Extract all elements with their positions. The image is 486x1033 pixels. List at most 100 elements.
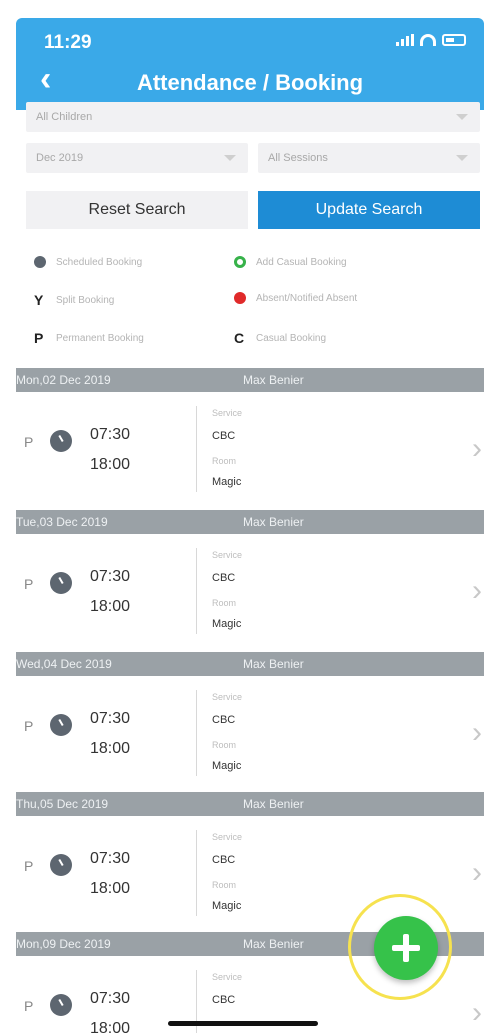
day-header: Wed,04 Dec 2019 Max Benier	[16, 652, 484, 676]
room-label: Room	[212, 456, 237, 466]
child-name: Max Benier	[243, 657, 304, 671]
start-time: 07:30	[90, 568, 131, 585]
end-time: 18:00	[90, 880, 131, 897]
service-value: CBC	[212, 572, 236, 584]
booking-row[interactable]: P 07:30 18:00 Service CBC Room Magic ›	[16, 676, 484, 789]
chevron-right-icon: ›	[472, 856, 482, 889]
reset-search-button[interactable]: Reset Search	[26, 191, 248, 229]
day-date: Thu,05 Dec 2019	[16, 797, 109, 811]
legend-item: Y Split Booking	[34, 292, 114, 308]
service-value: CBC	[212, 430, 236, 442]
children-select[interactable]: All Children	[26, 102, 480, 132]
room-value: Magic	[212, 476, 242, 488]
legend-label: Absent/Notified Absent	[256, 292, 358, 304]
legend-label: Split Booking	[56, 294, 115, 306]
month-select-value: Dec 2019	[36, 152, 84, 164]
legend-label: Scheduled Booking	[56, 256, 143, 268]
month-select[interactable]: Dec 2019	[26, 143, 248, 173]
divider	[196, 690, 197, 776]
split-icon: Y	[34, 292, 44, 308]
chevron-down-icon	[224, 155, 236, 161]
room-label: Room	[212, 598, 237, 608]
add-casual-icon	[234, 256, 246, 268]
chevron-down-icon	[456, 155, 468, 161]
chevron-right-icon: ›	[472, 716, 482, 749]
update-search-button[interactable]: Update Search	[258, 191, 480, 229]
day-header: Mon,02 Dec 2019 Max Benier	[16, 368, 484, 392]
legend-item: C Casual Booking	[234, 330, 326, 346]
chevron-right-icon: ›	[472, 574, 482, 607]
wifi-icon	[420, 34, 436, 46]
service-value: CBC	[212, 854, 236, 866]
service-label: Service	[212, 408, 243, 418]
clock-icon	[50, 854, 72, 876]
booking-row[interactable]: P 07:30 18:00 Service CBC Room Magic ›	[16, 392, 484, 505]
day-header: Tue,03 Dec 2019 Max Benier	[16, 510, 484, 534]
clock-icon	[50, 430, 72, 452]
day-date: Mon,02 Dec 2019	[16, 373, 111, 387]
start-time: 07:30	[90, 850, 131, 867]
day-header: Thu,05 Dec 2019 Max Benier	[16, 792, 484, 816]
legend-label: Add Casual Booking	[256, 256, 347, 268]
divider	[196, 406, 197, 492]
legend-item: Absent/Notified Absent	[234, 292, 357, 304]
booking-row[interactable]: P 07:30 18:00 Service CBC Room Magic ›	[16, 534, 484, 647]
service-value: CBC	[212, 714, 236, 726]
children-select-value: All Children	[36, 111, 93, 123]
status-time: 11:29	[44, 32, 92, 53]
child-name: Max Benier	[243, 515, 304, 529]
room-value: Magic	[212, 760, 242, 772]
absent-icon	[234, 292, 246, 304]
status-icons	[396, 34, 466, 46]
start-time: 07:30	[90, 710, 131, 727]
legend: Scheduled Booking Add Casual Booking Y S…	[16, 240, 484, 368]
day-date: Tue,03 Dec 2019	[16, 515, 108, 529]
add-booking-button[interactable]	[374, 916, 438, 980]
booking-type: P	[24, 576, 34, 592]
page-title: Attendance / Booking	[136, 70, 364, 95]
booking-type: P	[24, 858, 34, 874]
home-indicator[interactable]	[168, 1021, 318, 1026]
day-date: Mon,09 Dec 2019	[16, 937, 111, 951]
clock-icon	[34, 256, 46, 268]
chevron-right-icon: ›	[472, 996, 482, 1029]
start-time: 07:30	[90, 990, 131, 1007]
legend-label: Casual Booking	[256, 332, 327, 344]
signal-icon	[396, 34, 414, 46]
room-label: Room	[212, 740, 237, 750]
service-label: Service	[212, 972, 243, 982]
sessions-select-value: All Sessions	[268, 152, 328, 164]
child-name: Max Benier	[243, 797, 304, 811]
legend-item: Add Casual Booking	[234, 256, 347, 268]
divider	[196, 830, 197, 916]
end-time: 18:00	[90, 740, 131, 757]
chevron-right-icon: ›	[472, 432, 482, 465]
start-time: 07:30	[90, 426, 131, 443]
booking-type: P	[24, 718, 34, 734]
end-time: 18:00	[90, 456, 131, 473]
room-label: Room	[212, 880, 237, 890]
end-time: 18:00	[90, 1020, 131, 1033]
divider	[196, 548, 197, 634]
sessions-select[interactable]: All Sessions	[258, 143, 480, 173]
legend-item: P Permanent Booking	[34, 330, 144, 346]
service-label: Service	[212, 692, 243, 702]
day-date: Wed,04 Dec 2019	[16, 657, 112, 671]
clock-icon	[50, 714, 72, 736]
permanent-letter: P	[34, 330, 44, 346]
clock-icon	[50, 994, 72, 1016]
child-name: Max Benier	[243, 937, 304, 951]
chevron-down-icon	[456, 114, 468, 120]
service-value: CBC	[212, 994, 236, 1006]
legend-label: Permanent Booking	[56, 332, 144, 344]
service-label: Service	[212, 832, 243, 842]
booking-type: P	[24, 434, 34, 450]
end-time: 18:00	[90, 598, 131, 615]
room-value: Magic	[212, 618, 242, 630]
child-name: Max Benier	[243, 373, 304, 387]
service-label: Service	[212, 550, 243, 560]
booking-type: P	[24, 998, 34, 1014]
battery-icon	[442, 34, 466, 46]
legend-item: Scheduled Booking	[34, 256, 142, 268]
room-value: Magic	[212, 900, 242, 912]
